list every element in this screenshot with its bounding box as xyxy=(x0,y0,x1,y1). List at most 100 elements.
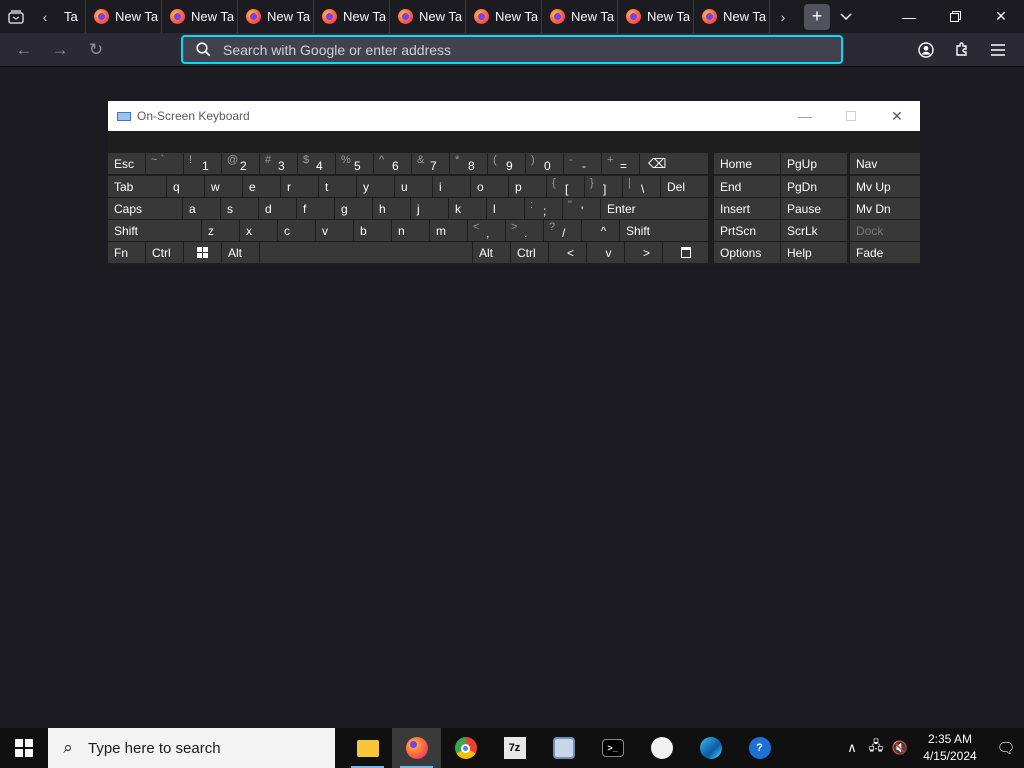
key-b[interactable]: b xyxy=(354,220,391,241)
osk-maximize-button[interactable] xyxy=(828,101,874,131)
key-options[interactable]: Options xyxy=(714,242,780,263)
network-tray-button[interactable]: 🖧 xyxy=(864,737,888,759)
clock[interactable]: 2:35 AM 4/15/2024 xyxy=(912,731,988,765)
address-bar[interactable] xyxy=(181,35,843,64)
action-center-button[interactable]: 🗨 xyxy=(988,739,1024,757)
arrow-up-key[interactable]: ^ xyxy=(582,220,619,241)
tab-manager-button[interactable] xyxy=(0,0,32,33)
key-j[interactable]: j xyxy=(411,198,448,219)
key-d[interactable]: d xyxy=(259,198,296,219)
key-shift[interactable]: Shift xyxy=(108,220,201,241)
key-tab[interactable]: Tab xyxy=(108,176,166,197)
key-ralt[interactable]: Alt xyxy=(473,242,510,263)
key-n0[interactable]: ) 0 xyxy=(526,153,563,174)
key-l[interactable]: l xyxy=(487,198,524,219)
osk-title-bar[interactable]: On-Screen Keyboard — ✕ xyxy=(108,101,920,131)
taskbar-remote-desktop[interactable] xyxy=(539,728,588,768)
key-g[interactable]: g xyxy=(335,198,372,219)
new-tab-button[interactable]: + xyxy=(804,3,830,30)
key-equals[interactable]: + = xyxy=(602,153,639,174)
restore-button[interactable] xyxy=(932,0,978,33)
key-n5[interactable]: % 5 xyxy=(336,153,373,174)
key-semicolon[interactable]: :; xyxy=(525,198,562,219)
key-x[interactable]: x xyxy=(240,220,277,241)
key-q[interactable]: q xyxy=(167,176,204,197)
key-insert[interactable]: Insert xyxy=(714,198,780,219)
key-end[interactable]: End xyxy=(714,176,780,197)
key-s[interactable]: s xyxy=(221,198,258,219)
extensions-button[interactable] xyxy=(944,33,980,67)
key-i[interactable]: i xyxy=(433,176,470,197)
key-slash[interactable]: ? / xyxy=(544,220,581,241)
taskbar-7zip[interactable]: 7z xyxy=(490,728,539,768)
browser-tab[interactable]: Ta xyxy=(58,0,86,33)
key-nav[interactable]: Nav xyxy=(850,153,920,174)
key-n[interactable]: n xyxy=(392,220,429,241)
key-mvup[interactable]: Mv Up xyxy=(850,176,920,197)
key-lbracket[interactable]: {[ xyxy=(547,176,584,197)
arrow-down-key[interactable]: v xyxy=(587,242,624,263)
start-button[interactable] xyxy=(0,728,48,768)
taskbar-edge[interactable] xyxy=(686,728,735,768)
key-v[interactable]: v xyxy=(316,220,353,241)
key-rctrl[interactable]: Ctrl xyxy=(511,242,548,263)
reload-button[interactable]: ↻ xyxy=(78,33,114,67)
menu-key[interactable] xyxy=(663,242,708,263)
windows-key[interactable] xyxy=(184,242,221,263)
key-apos[interactable]: " ' xyxy=(563,198,600,219)
key-h[interactable]: h xyxy=(373,198,410,219)
key-z[interactable]: z xyxy=(202,220,239,241)
key-dock[interactable]: Dock xyxy=(850,220,920,241)
key-n8[interactable]: * 8 xyxy=(450,153,487,174)
key-n9[interactable]: (9 xyxy=(488,153,525,174)
menu-button[interactable] xyxy=(980,33,1016,67)
key-period[interactable]: >. xyxy=(506,220,543,241)
browser-tab[interactable]: New Ta xyxy=(238,0,314,33)
key-minus[interactable]: -- xyxy=(564,153,601,174)
address-input[interactable] xyxy=(223,41,841,58)
scroll-tabs-right-button[interactable]: › xyxy=(770,0,796,33)
key-w[interactable]: w xyxy=(205,176,242,197)
key-mvdn[interactable]: Mv Dn xyxy=(850,198,920,219)
minimize-button[interactable]: — xyxy=(886,0,932,33)
key-enter[interactable]: Enter xyxy=(601,198,708,219)
backspace-key[interactable]: ⌫ xyxy=(640,153,708,174)
scroll-tabs-left-button[interactable]: ‹ xyxy=(32,0,58,33)
volume-tray-button[interactable]: 🔇 xyxy=(888,740,912,756)
key-comma[interactable]: <, xyxy=(468,220,505,241)
key-y[interactable]: y xyxy=(357,176,394,197)
key-prtscn[interactable]: PrtScn xyxy=(714,220,780,241)
arrow-left-key[interactable]: < xyxy=(549,242,586,263)
key-n3[interactable]: #3 xyxy=(260,153,297,174)
key-r[interactable]: r xyxy=(281,176,318,197)
close-button[interactable]: ✕ xyxy=(978,0,1024,33)
key-backslash[interactable]: | \ xyxy=(623,176,660,197)
key-pause[interactable]: Pause xyxy=(781,198,847,219)
key-ctrl[interactable]: Ctrl xyxy=(146,242,183,263)
key-n4[interactable]: $4 xyxy=(298,153,335,174)
taskbar-chrome[interactable] xyxy=(441,728,490,768)
browser-tab[interactable]: New Ta xyxy=(86,0,162,33)
key-scrlk[interactable]: ScrLk xyxy=(781,220,847,241)
back-button[interactable]: ← xyxy=(6,33,42,67)
key-o[interactable]: o xyxy=(471,176,508,197)
key-c[interactable]: c xyxy=(278,220,315,241)
browser-tab[interactable]: New Ta xyxy=(162,0,238,33)
key-alt[interactable]: Alt xyxy=(222,242,259,263)
key-f[interactable]: f xyxy=(297,198,334,219)
key-n2[interactable]: @2 xyxy=(222,153,259,174)
taskbar-firefox[interactable] xyxy=(392,728,441,768)
key-e[interactable]: e xyxy=(243,176,280,197)
key-caps[interactable]: Caps xyxy=(108,198,182,219)
key-n7[interactable]: & 7 xyxy=(412,153,449,174)
list-all-tabs-button[interactable] xyxy=(830,0,862,33)
arrow-right-key[interactable]: > xyxy=(625,242,662,263)
key-rshift[interactable]: Shift xyxy=(620,220,708,241)
key-rbracket[interactable]: }] xyxy=(585,176,622,197)
key-m[interactable]: m xyxy=(430,220,467,241)
osk-minimize-button[interactable]: — xyxy=(782,101,828,131)
taskbar-help[interactable]: ? xyxy=(735,728,784,768)
browser-tab[interactable]: New Ta xyxy=(390,0,466,33)
key-u[interactable]: u xyxy=(395,176,432,197)
key-fn[interactable]: Fn xyxy=(108,242,145,263)
